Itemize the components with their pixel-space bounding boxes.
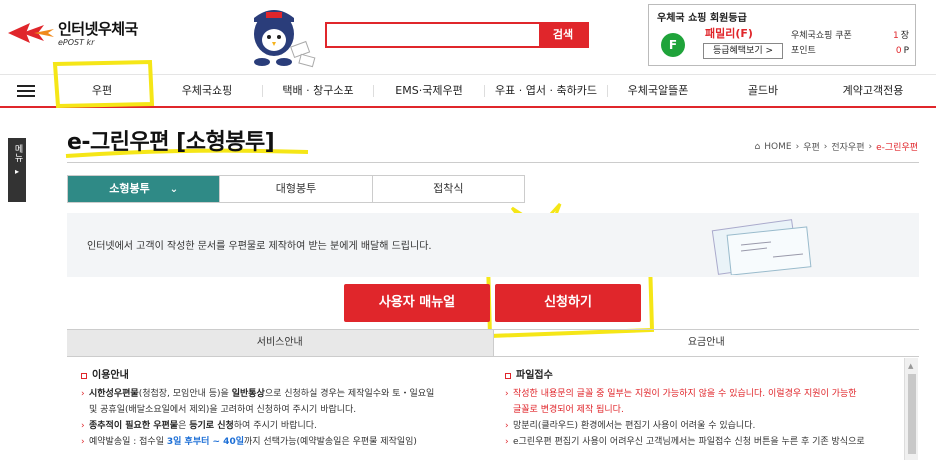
- search-bar: 검색: [325, 22, 589, 48]
- chevron-down-icon: ⌄: [169, 184, 179, 195]
- file-receipt-heading-label: 파일접수: [516, 370, 553, 381]
- logo-title: 인터넷우체국: [58, 20, 138, 38]
- coupon-unit: 장: [900, 31, 909, 41]
- tab-service-info[interactable]: 서비스안내: [67, 330, 494, 356]
- side-menu-tab[interactable]: 메뉴 ▸: [8, 138, 26, 202]
- usage-heading-label: 이용안내: [92, 370, 129, 381]
- tab-fee-info[interactable]: 요금안내: [494, 330, 920, 356]
- coupon-label: 우체국쇼핑 쿠폰: [791, 31, 852, 41]
- envelope-illustration: [711, 219, 812, 275]
- breadcrumb-current[interactable]: e-그린우편: [876, 140, 918, 153]
- file-line-2: 망분리(클라우드) 환경에서는 편집기 사용이 어려울 수 있습니다.: [505, 418, 900, 434]
- title-divider: [67, 162, 919, 163]
- coupon-row[interactable]: 우체국쇼핑 쿠폰 1장: [791, 29, 909, 44]
- page-title: e-그린우편 [소형봉투]: [67, 130, 275, 155]
- usage-l1-b2: 일반통상: [231, 389, 265, 399]
- chevron-right-icon: ▸: [14, 167, 19, 176]
- grade-benefit-button[interactable]: 등급혜택보기 >: [703, 43, 783, 59]
- usage-line-3: 예약발송일 : 접수일 3일 후부터 ~ 40일까지 선택가능(예약발송일은 우…: [81, 434, 481, 450]
- breadcrumb-post[interactable]: 우편: [803, 140, 820, 153]
- intro-text: 인터넷에서 고객이 작성한 문서를 우편물로 제작하여 받는 분에게 배달해 드…: [87, 241, 432, 252]
- usage-l2-t2: 하여 주시기 바랍니다.: [233, 421, 317, 431]
- usage-l1-b1: 시한성우편물: [89, 389, 139, 399]
- side-menu-label: 메뉴: [12, 144, 23, 162]
- usage-l2-t1: 은: [178, 421, 190, 431]
- point-row[interactable]: 포인트 0P: [791, 44, 909, 59]
- breadcrumb-sep-icon: ›: [795, 141, 800, 152]
- usage-l2-b1: 종추적이 필요한 우편물: [89, 421, 179, 431]
- point-unit: P: [903, 46, 909, 56]
- file-receipt-heading: 파일접수: [505, 368, 900, 384]
- nav-item-goldbar[interactable]: 골드바: [708, 75, 818, 107]
- member-grade-title: 우체국 쇼핑 회원등급: [657, 13, 747, 24]
- header: 인터넷우체국 ePOST kr 검색 우체국 쇼핑 회원등급 F 패밀리(F) …: [0, 0, 936, 74]
- tab-small-envelope-label: 소형봉투: [109, 182, 150, 195]
- home-icon[interactable]: ⌂: [755, 142, 761, 152]
- apply-button[interactable]: 신청하기: [495, 284, 641, 322]
- point-value: 0: [895, 46, 902, 56]
- usage-line-2: 종추적이 필요한 우편물은 등기로 신청하여 주시기 바랍니다.: [81, 418, 481, 434]
- usage-line-1-cont: 및 공휴일(배달소요일에서 제외)을 고려하여 신청하여 주시기 바랍니다.: [89, 405, 357, 415]
- file-receipt-section: 파일접수 작성한 내용문의 글꼴 중 일부는 지원이 가능하지 않을 수 있습니…: [505, 368, 900, 450]
- usage-line-1: 시한성우편물(청첩장, 모임안내 등)을 일반통상으로 신청하실 경우는 제작일…: [81, 386, 481, 402]
- usage-heading: 이용안내: [81, 368, 481, 384]
- usage-l3-t2: 까지 선택가능(예약발송일은 우편물 제작일임): [244, 437, 417, 447]
- service-intro-box: 인터넷에서 고객이 작성한 문서를 우편물로 제작하여 받는 분에게 배달해 드…: [67, 213, 919, 277]
- breadcrumb-email[interactable]: 전자우편: [831, 140, 864, 153]
- content-scrollbar[interactable]: ▲: [904, 358, 918, 460]
- nav-item-contract[interactable]: 계약고객전용: [818, 75, 928, 107]
- search-input[interactable]: [327, 24, 539, 46]
- nav-item-parcel[interactable]: 택배 · 창구소포: [263, 75, 373, 107]
- square-bullet-icon: [81, 373, 87, 379]
- member-stats: 우체국쇼핑 쿠폰 1장 포인트 0P: [791, 29, 909, 59]
- square-bullet-icon: [505, 373, 511, 379]
- file-line-1-cont: 글꼴로 변경되어 제작 됩니다.: [513, 405, 624, 415]
- breadcrumb-sep-icon: ›: [823, 141, 828, 152]
- swallow-logo-icon: [8, 22, 54, 43]
- main-nav: 우편 우체국쇼핑 택배 · 창구소포 EMS·국제우편 우표 · 엽서 · 축하…: [0, 74, 936, 108]
- nav-item-shopping[interactable]: 우체국쇼핑: [152, 75, 262, 107]
- tab-large-envelope[interactable]: 대형봉투: [219, 176, 371, 202]
- service-tabs: 서비스안내 요금안내: [67, 329, 919, 357]
- nav-item-stamps[interactable]: 우표 · 엽서 · 축하카드: [485, 75, 607, 107]
- mascot-illustration: [254, 10, 316, 68]
- envelope-type-tabs: 소형봉투 ⌄ 대형봉투 접착식: [67, 175, 525, 203]
- nav-item-post[interactable]: 우편: [52, 75, 152, 107]
- usage-l2-b2: 등기로 신청: [189, 421, 234, 431]
- grade-name: 패밀리(F): [705, 27, 753, 40]
- breadcrumb-home[interactable]: HOME: [764, 142, 791, 152]
- usage-l3-t1: 예약발송일 : 접수일: [89, 437, 167, 447]
- nav-item-mobile[interactable]: 우체국알뜰폰: [608, 75, 708, 107]
- usage-l3-blue: 3일 후부터 ~ 40일: [166, 437, 244, 447]
- usage-l1-t2: 으로 신청하실 경우는 제작일수와 토・일요일: [264, 389, 435, 399]
- breadcrumb-sep-icon: ›: [868, 141, 873, 152]
- usage-l1-t1: (청첩장, 모임안내 등)을: [138, 389, 232, 399]
- tab-small-envelope[interactable]: 소형봉투 ⌄: [68, 176, 220, 202]
- epost-logo[interactable]: 인터넷우체국 ePOST kr: [8, 18, 138, 47]
- logo-subtitle: ePOST kr: [58, 38, 95, 47]
- user-manual-button[interactable]: 사용자 매뉴얼: [344, 284, 490, 322]
- member-grade-box: 우체국 쇼핑 회원등급 F 패밀리(F) 등급혜택보기 > 우체국쇼핑 쿠폰 1…: [648, 4, 916, 66]
- point-label: 포인트: [791, 46, 816, 56]
- grade-badge: F: [661, 33, 685, 57]
- scroll-thumb[interactable]: [908, 374, 916, 454]
- file-line-3: e그린우편 편집기 사용이 어려우신 고객님께서는 파일접수 신청 버튼을 누른…: [505, 434, 900, 450]
- tab-adhesive[interactable]: 접착식: [371, 176, 524, 202]
- usage-guide-section: 이용안내 시한성우편물(청첩장, 모임안내 등)을 일반통상으로 신청하실 경우…: [81, 368, 481, 450]
- hamburger-menu-icon[interactable]: [0, 75, 52, 107]
- coupon-count: 1: [892, 31, 899, 41]
- search-button[interactable]: 검색: [539, 24, 587, 46]
- nav-item-ems[interactable]: EMS·국제우편: [374, 75, 484, 107]
- scroll-up-arrow-icon[interactable]: ▲: [908, 362, 913, 370]
- file-line-1: 작성한 내용문의 글꼴 중 일부는 지원이 가능하지 않을 수 있습니다. 이럴…: [505, 386, 900, 402]
- breadcrumb: ⌂ HOME › 우편 › 전자우편 › e-그린우편: [755, 140, 918, 154]
